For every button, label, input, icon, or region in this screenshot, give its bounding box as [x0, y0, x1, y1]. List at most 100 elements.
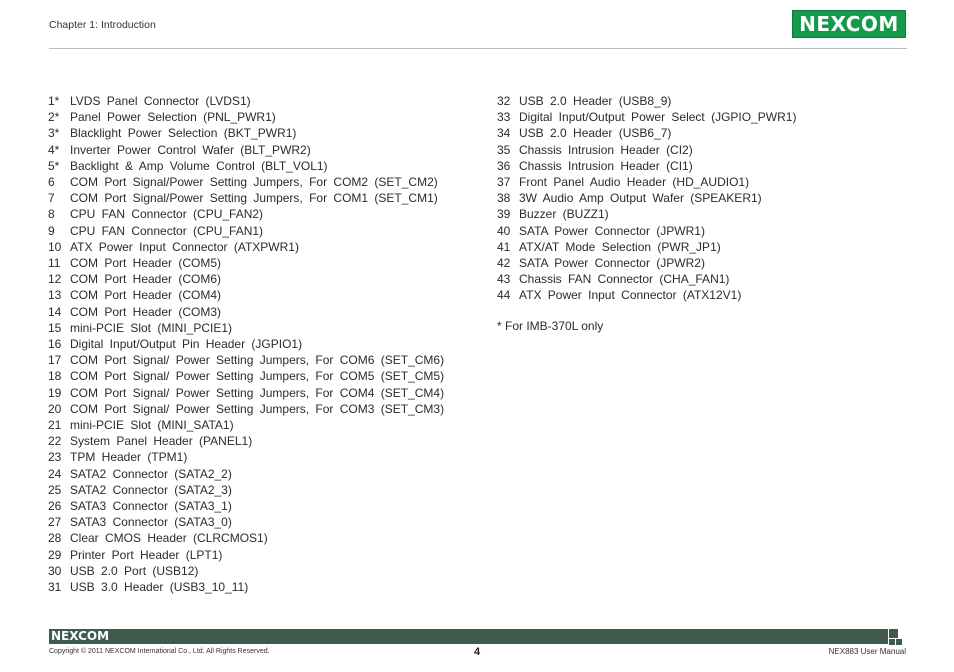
item-number: 27 — [48, 515, 62, 530]
item-label: USB 3.0 Header (USB3_10_11) — [70, 580, 249, 595]
list-item: 29 Printer Port Header (LPT1) — [48, 547, 444, 563]
item-label: Clear CMOS Header (CLRCMOS1) — [70, 531, 268, 546]
item-label: Backlight & Amp Volume Control (BLT_VOL1… — [70, 158, 328, 173]
item-number: 25 — [48, 482, 62, 497]
list-item: 39 Buzzer (BUZZ1) — [497, 206, 796, 222]
list-item: 30 USB 2.0 Port (USB12) — [48, 563, 444, 579]
item-label: Chassis Intrusion Header (CI2) — [519, 142, 693, 157]
item-label: mini-PCIE Slot (MINI_PCIE1) — [70, 320, 233, 335]
item-label: COM Port Signal/ Power Setting Jumpers, … — [70, 369, 445, 384]
item-label: COM Port Signal/ Power Setting Jumpers, … — [70, 401, 445, 416]
item-label: SATA3 Connector (SATA3_1) — [70, 499, 232, 514]
item-number: 9 — [48, 223, 55, 238]
item-number: 38 — [497, 191, 511, 206]
list-item: 17 COM Port Signal/ Power Setting Jumpers… — [48, 352, 444, 368]
component-list-right: 32 USB 2.0 Header (USB8_9) 33 Digital Input… — [497, 93, 796, 304]
item-number: 35 — [497, 142, 511, 157]
item-number: 11 — [48, 256, 61, 271]
item-label: COM Port Signal/Power Setting Jumpers, F… — [70, 175, 438, 190]
item-number: 17 — [48, 353, 62, 368]
list-item: 2* Panel Power Selection (PNL_PWR1) — [48, 109, 444, 125]
item-number: 14 — [48, 304, 62, 319]
item-label: ATX Power Input Connector (ATX12V1) — [519, 288, 742, 303]
item-number: 18 — [48, 369, 62, 384]
item-label: SATA Power Connector (JPWR1) — [519, 223, 705, 238]
item-number: 24 — [48, 466, 62, 481]
item-number: 8 — [48, 207, 55, 222]
list-item: 11 COM Port Header (COM5) — [48, 255, 444, 271]
item-label: Panel Power Selection (PNL_PWR1) — [70, 110, 276, 125]
item-number: 2* — [48, 110, 60, 125]
list-item: 38 3W Audio Amp Output Wafer (SPEAKER1) — [497, 190, 796, 206]
item-label: CPU FAN Connector (CPU_FAN2) — [70, 207, 264, 222]
list-item: 43 Chassis FAN Connector (CHA_FAN1) — [497, 271, 796, 287]
list-item: 24 SATA2 Connector (SATA2_2) — [48, 466, 444, 482]
logo-text: NEXCOM — [799, 12, 899, 36]
item-number: 1* — [48, 94, 60, 108]
manual-name: NEX883 User Manual — [828, 647, 906, 656]
footnote: * For IMB-370L only — [497, 319, 604, 333]
footer-square-icon — [889, 639, 895, 645]
item-number: 26 — [48, 499, 62, 514]
list-item: 6 COM Port Signal/Power Setting Jumpers, … — [48, 174, 444, 190]
item-number: 20 — [48, 401, 62, 416]
component-list-left: 1* LVDS Panel Connector (LVDS1) 2* Panel Po… — [48, 93, 444, 595]
item-label: Inverter Power Control Wafer (BLT_PWR2) — [70, 142, 311, 157]
item-number: 30 — [48, 563, 62, 578]
item-number: 5* — [48, 158, 60, 173]
item-label: COM Port Header (COM5) — [70, 256, 222, 271]
list-item: 21 mini-PCIE Slot (MINI_SATA1) — [48, 417, 444, 433]
list-item: 22 System Panel Header (PANEL1) — [48, 433, 444, 449]
list-item: 7 COM Port Signal/Power Setting Jumpers, … — [48, 190, 444, 206]
copyright-text: Copyright © 2011 NEXCOM International Co… — [49, 648, 270, 655]
item-label: Chassis Intrusion Header (CI1) — [519, 158, 693, 173]
list-item: 35 Chassis Intrusion Header (CI2) — [497, 142, 796, 158]
item-label: ATX/AT Mode Selection (PWR_JP1) — [519, 239, 721, 254]
item-label: 3W Audio Amp Output Wafer (SPEAKER1) — [519, 191, 762, 206]
item-label: ATX Power Input Connector (ATXPWR1) — [70, 239, 299, 254]
list-item: 34 USB 2.0 Header (USB6_7) — [497, 125, 796, 141]
item-label: Digital Input/Output Pin Header (JGPIO1) — [70, 337, 303, 352]
nexcom-logo: NEXCOM — [792, 10, 906, 38]
list-item: 25 SATA2 Connector (SATA2_3) — [48, 482, 444, 498]
item-number: 21 — [48, 418, 62, 433]
footer-square-icon — [889, 629, 898, 638]
list-item: 33 Digital Input/Output Power Select (JGP… — [497, 109, 796, 125]
item-label: Printer Port Header (LPT1) — [70, 547, 223, 562]
item-number: 36 — [497, 158, 511, 173]
item-number: 28 — [48, 531, 62, 546]
header-divider — [49, 48, 907, 49]
list-item: 9 CPU FAN Connector (CPU_FAN1) — [48, 223, 444, 239]
item-number: 3* — [48, 126, 60, 141]
item-label: USB 2.0 Header (USB6_7) — [519, 126, 672, 141]
item-number: 19 — [48, 385, 62, 400]
list-item: 26 SATA3 Connector (SATA3_1) — [48, 498, 444, 514]
item-number: 40 — [497, 223, 511, 238]
item-label: COM Port Header (COM4) — [70, 288, 222, 303]
item-number: 23 — [48, 450, 62, 465]
item-number: 7 — [48, 191, 55, 206]
item-number: 29 — [48, 547, 62, 562]
list-item: 44 ATX Power Input Connector (ATX12V1) — [497, 287, 796, 303]
list-item: 10 ATX Power Input Connector (ATXPWR1) — [48, 239, 444, 255]
item-number: 13 — [48, 288, 62, 303]
chapter-title: Chapter 1: Introduction — [49, 19, 156, 31]
list-item: 14 COM Port Header (COM3) — [48, 304, 444, 320]
list-item: 18 COM Port Signal/ Power Setting Jumpers… — [48, 368, 444, 384]
list-item: 12 COM Port Header (COM6) — [48, 271, 444, 287]
item-label: mini-PCIE Slot (MINI_SATA1) — [70, 418, 234, 433]
item-label: CPU FAN Connector (CPU_FAN1) — [70, 223, 264, 238]
item-label: TPM Header (TPM1) — [70, 450, 188, 465]
item-number: 31 — [48, 580, 62, 595]
item-label: Digital Input/Output Power Select (JGPIO… — [519, 110, 797, 125]
item-label: COM Port Signal/ Power Setting Jumpers, … — [70, 353, 445, 368]
list-item: 8 CPU FAN Connector (CPU_FAN2) — [48, 206, 444, 222]
list-item: 20 COM Port Signal/ Power Setting Jumpers… — [48, 401, 444, 417]
item-label: System Panel Header (PANEL1) — [70, 434, 253, 449]
list-item: 19 COM Port Signal/ Power Setting Jumpers… — [48, 385, 444, 401]
item-number: 4* — [48, 142, 60, 157]
item-label: COM Port Header (COM6) — [70, 272, 222, 287]
item-number: 15 — [48, 320, 62, 335]
item-label: Front Panel Audio Header (HD_AUDIO1) — [519, 175, 750, 190]
item-label: Buzzer (BUZZ1) — [519, 207, 609, 222]
